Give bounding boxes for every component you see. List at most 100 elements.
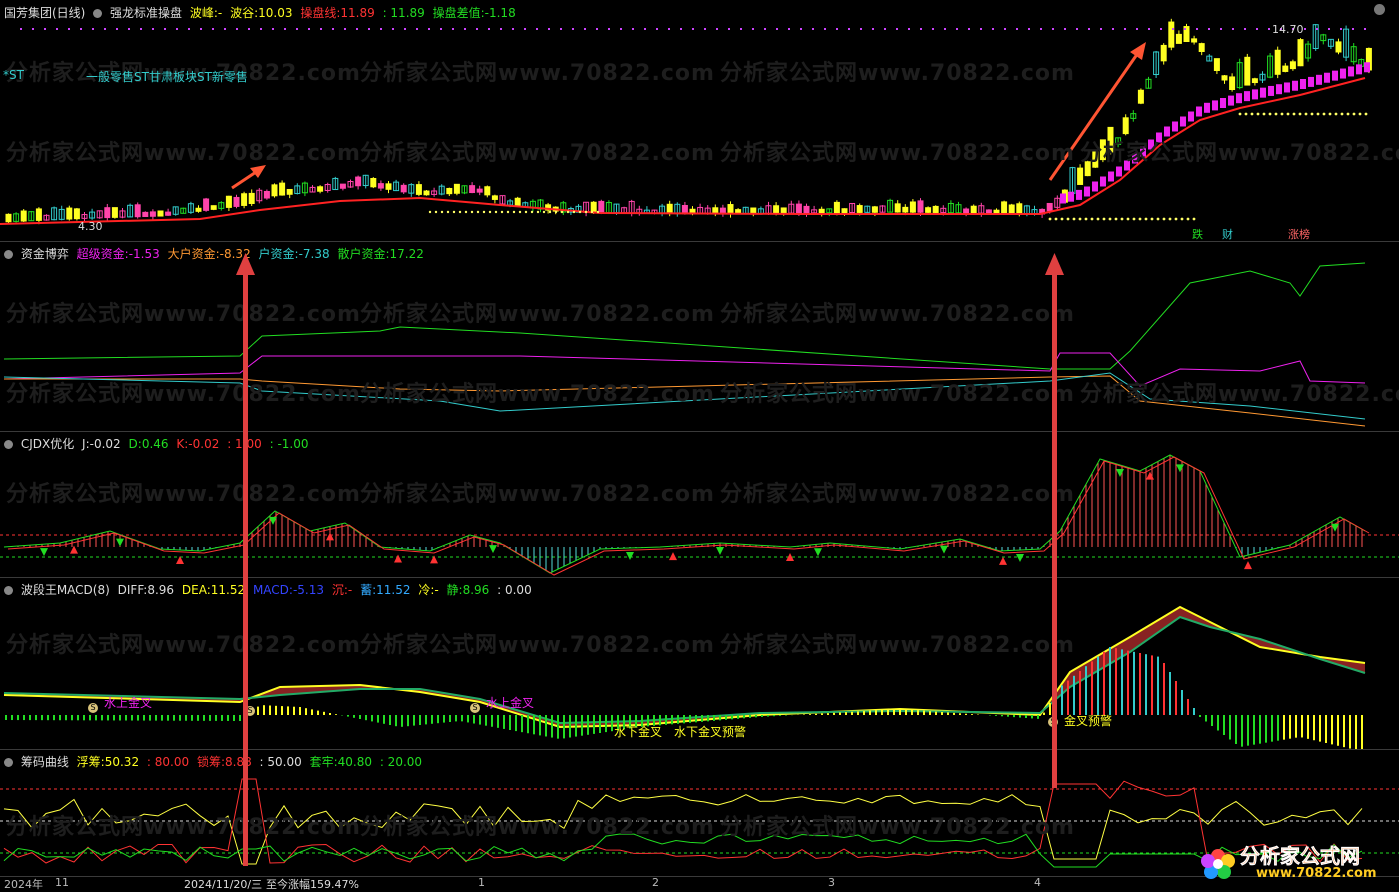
candle-body	[423, 190, 430, 196]
top-marker	[104, 28, 106, 30]
watermark: 分析家公式网www.70822.com	[6, 141, 361, 166]
candle-body	[210, 205, 217, 210]
jing-value: 8.96	[462, 583, 490, 597]
top-marker	[188, 28, 190, 30]
down-arrow-icon	[626, 552, 634, 560]
capital-title[interactable]: 资金博弈	[21, 247, 69, 261]
capital-panel[interactable]: 资金博弈 超级资金:-1.53 大户资金:-8.32 户资金:-7.38 散户资…	[0, 241, 1399, 432]
candle-body	[157, 210, 164, 217]
d-label: D:	[128, 437, 142, 451]
chip-panel[interactable]: 筹码曲线 浮筹:50.32 : 80.00 锁筹:8.88 : 50.00 套牢…	[0, 749, 1399, 877]
support-dot	[1364, 112, 1368, 116]
support-dot	[1352, 112, 1356, 116]
trend-marker	[1060, 193, 1066, 204]
tag-cai: 财	[1222, 228, 1233, 241]
cjdx-panel[interactable]: CJDX优化 J:-0.02 D:0.46 K:-0.02 : 1.00 : -…	[0, 431, 1399, 578]
trend-marker	[1188, 111, 1194, 122]
top-marker	[80, 28, 82, 30]
cjdx-title[interactable]: CJDX优化	[21, 437, 74, 451]
trend-marker	[1308, 76, 1314, 87]
candle-body	[195, 207, 202, 212]
trend-marker	[1348, 66, 1354, 77]
support-dot	[1096, 217, 1100, 221]
support-dot	[464, 210, 468, 214]
support-dot	[1328, 112, 1332, 116]
candle-body	[370, 178, 377, 188]
candle-body	[970, 205, 977, 214]
macd-panel[interactable]: 波段王MACD(8) DIFF:8.96 DEA:11.52 MACD:-5.1…	[0, 577, 1399, 750]
top-marker	[380, 28, 382, 30]
stock-title[interactable]: 国芳集团(日线)	[4, 6, 85, 20]
candle-body	[925, 207, 932, 213]
peak-value: -	[217, 6, 223, 20]
top-marker	[620, 28, 622, 30]
macd-title[interactable]: 波段王MACD(8)	[21, 583, 110, 597]
watermark: 分析家公式网www.70822.com	[720, 302, 1075, 327]
s-badge: S	[470, 703, 480, 713]
trend-marker	[1228, 95, 1234, 106]
top-marker	[272, 28, 274, 30]
big-label: 大户资金:	[167, 247, 220, 261]
main-chart-panel[interactable]: 国芳集团(日线) 强龙标准操盘 波峰:- 波谷:10.03 操盘线:11.89 …	[0, 0, 1399, 242]
float-value: 50.32	[104, 755, 140, 769]
j-value: -0.02	[89, 437, 121, 451]
trend-marker	[1172, 121, 1178, 132]
candle-body	[5, 213, 12, 223]
support-dot	[512, 210, 516, 214]
indicator-settings-icon[interactable]	[93, 9, 103, 18]
st-tag: *ST	[3, 68, 24, 82]
top-marker	[236, 28, 238, 30]
watermark: 分析家公式网www.70822.com	[720, 382, 1075, 407]
top-marker	[440, 28, 442, 30]
candle-body	[1008, 204, 1015, 215]
top-marker	[284, 28, 286, 30]
lock-label: 锁筹:	[196, 755, 225, 769]
candle-body	[1289, 61, 1296, 70]
candle-body	[795, 203, 802, 214]
candle-body	[841, 208, 848, 214]
time-axis[interactable]: 2024年 11 2024/11/20/三 至今涨幅159.47% 1 2 3 …	[0, 876, 1399, 891]
top-marker	[812, 28, 814, 30]
retail-value: 17.22	[389, 247, 424, 261]
macd-diff-value: 8.96	[147, 583, 175, 597]
top-marker	[932, 28, 934, 30]
top-marker	[980, 28, 982, 30]
candlestick-chart[interactable]	[0, 0, 1399, 241]
mid-label: 户资金:	[258, 247, 299, 261]
trough-value: 10.03	[258, 6, 293, 20]
tag-die: 跌	[1192, 228, 1203, 241]
candle-body	[165, 211, 172, 216]
support-dot	[1238, 112, 1242, 116]
candle-body	[1221, 75, 1228, 81]
line-value-2: : 11.89	[382, 6, 425, 20]
top-marker	[560, 28, 562, 30]
indicator-settings-icon[interactable]	[4, 250, 13, 259]
indicator-name[interactable]: 强龙标准操盘	[110, 6, 182, 20]
top-marker	[968, 28, 970, 30]
chip-title[interactable]: 筹码曲线	[21, 755, 69, 769]
top-marker	[368, 28, 370, 30]
top-marker	[680, 28, 682, 30]
candle-body	[780, 207, 787, 214]
top-marker	[56, 28, 58, 30]
support-dot	[542, 210, 546, 214]
support-dot	[1132, 217, 1136, 221]
candle-body	[1229, 76, 1236, 90]
close-chart-icon[interactable]	[1374, 4, 1385, 15]
line-label: 操盘线:	[300, 6, 341, 20]
watermark: 分析家公式网www.70822.com	[360, 302, 715, 327]
indicator-settings-icon[interactable]	[4, 440, 13, 449]
upper-line-value: : 80.00	[146, 755, 190, 769]
candle-body	[377, 183, 384, 189]
indicator-settings-icon[interactable]	[4, 758, 13, 767]
candle-body	[203, 198, 210, 211]
top-marker	[1160, 28, 1162, 30]
candle-body	[35, 208, 42, 221]
indicator-settings-icon[interactable]	[4, 586, 13, 595]
support-dot	[1138, 217, 1142, 221]
watermark: 分析家公式网www.70822.com	[360, 382, 715, 407]
top-marker	[392, 28, 394, 30]
trend-marker	[1300, 79, 1306, 89]
leng-value: -	[434, 583, 439, 597]
sector-list[interactable]: 一般零售ST甘肃板块ST新零售	[86, 68, 248, 85]
